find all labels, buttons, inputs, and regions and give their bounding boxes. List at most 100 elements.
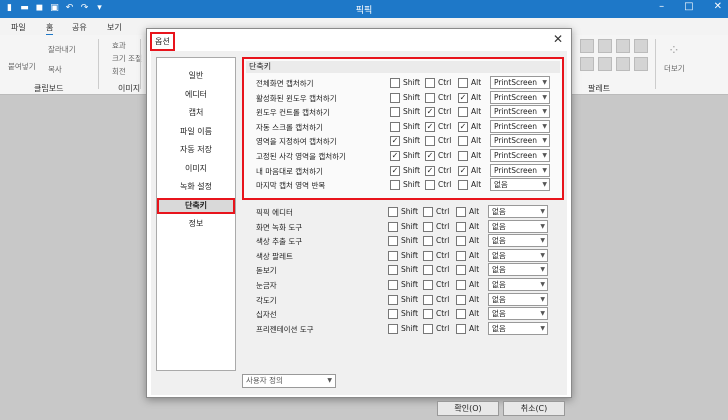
key-select[interactable]: PrintScreen ▼ — [490, 149, 550, 162]
palette-swatch[interactable] — [580, 39, 594, 53]
alt-checkbox[interactable] — [458, 136, 468, 147]
key-select[interactable]: PrintScreen ▼ — [490, 105, 550, 119]
alt-checkbox[interactable] — [456, 250, 466, 261]
ok-button[interactable]: 확인(O) — [437, 401, 499, 416]
key-select[interactable]: PrintScreen ▼ — [490, 76, 550, 89]
key-select[interactable]: PrintScreen ▼ — [490, 119, 550, 133]
key-select[interactable]: PrintScreen ▼ — [490, 163, 550, 177]
copy-button[interactable]: 복사 — [48, 64, 62, 75]
shift-checkbox[interactable] — [388, 265, 398, 276]
palette-swatch[interactable] — [580, 57, 594, 71]
alt-checkbox[interactable] — [456, 221, 466, 232]
ctrl-checkbox[interactable]: ✓ — [425, 121, 435, 132]
menu-home[interactable]: 홈 — [46, 22, 54, 36]
key-select[interactable]: 없음 ▼ — [488, 219, 548, 233]
key-select[interactable]: 없음 ▼ — [488, 205, 548, 218]
alt-checkbox[interactable] — [458, 151, 468, 161]
key-select[interactable]: 없음 ▼ — [488, 307, 548, 321]
cancel-button[interactable]: 취소(C) — [503, 401, 565, 416]
ctrl-checkbox[interactable] — [425, 180, 435, 191]
ctrl-checkbox[interactable] — [423, 323, 433, 334]
window-close-icon[interactable]: ✕ — [714, 1, 722, 12]
sidebar-item[interactable]: 정보 — [157, 216, 235, 232]
shift-checkbox[interactable] — [390, 78, 400, 88]
shift-checkbox[interactable] — [388, 221, 398, 232]
ctrl-checkbox[interactable] — [423, 221, 433, 232]
shift-checkbox[interactable] — [390, 121, 400, 132]
alt-checkbox[interactable]: ✓ — [458, 92, 468, 103]
effect-button[interactable]: 효과 — [112, 40, 126, 51]
alt-checkbox[interactable] — [456, 309, 466, 320]
rotate-button[interactable]: 회전 — [112, 66, 126, 77]
ctrl-checkbox[interactable]: ✓ — [425, 165, 435, 176]
key-select[interactable]: 없음 ▼ — [488, 292, 548, 306]
cut-button[interactable]: 잘라내기 — [48, 44, 76, 55]
shift-checkbox[interactable] — [388, 250, 398, 261]
shift-checkbox[interactable]: ✓ — [390, 136, 400, 147]
key-select[interactable]: 없음 ▼ — [490, 178, 550, 192]
palette-swatch[interactable] — [598, 39, 612, 53]
key-select[interactable]: 없음 ▼ — [488, 321, 548, 335]
menu-share[interactable]: 공유 — [72, 22, 87, 33]
preset-select[interactable]: 사용자 정의 ▼ — [242, 374, 336, 388]
shift-checkbox[interactable] — [388, 207, 398, 217]
more-button[interactable]: 더보기 — [664, 63, 685, 74]
key-select[interactable]: 없음 ▼ — [488, 234, 548, 248]
shift-checkbox[interactable] — [390, 107, 400, 118]
shift-checkbox[interactable] — [388, 309, 398, 320]
palette-swatch[interactable] — [634, 57, 648, 71]
sidebar-item[interactable]: 일반 — [157, 68, 235, 84]
shift-checkbox[interactable]: ✓ — [390, 151, 400, 161]
key-select[interactable]: 없음 ▼ — [488, 248, 548, 262]
sidebar-item[interactable]: 녹화 설정 — [157, 179, 235, 195]
alt-checkbox[interactable] — [456, 294, 466, 305]
sidebar-item[interactable]: 에디터 — [157, 87, 235, 103]
ctrl-checkbox[interactable]: ✓ — [425, 107, 435, 118]
palette-swatch[interactable] — [616, 57, 630, 71]
ctrl-checkbox[interactable] — [425, 92, 435, 103]
sidebar-item[interactable]: 단축키 — [157, 197, 235, 214]
alt-checkbox[interactable] — [456, 207, 466, 217]
key-select[interactable]: 없음 ▼ — [488, 278, 548, 291]
ctrl-checkbox[interactable] — [423, 309, 433, 320]
alt-checkbox[interactable] — [458, 78, 468, 88]
menu-file[interactable]: 파일 — [11, 22, 26, 33]
alt-checkbox[interactable] — [456, 323, 466, 334]
palette-more-icon[interactable]: ⁘ — [668, 43, 680, 59]
ctrl-checkbox[interactable] — [423, 207, 433, 217]
sidebar-item[interactable]: 이미지 — [157, 161, 235, 177]
paste-button[interactable]: 붙여넣기 — [8, 61, 36, 72]
alt-checkbox[interactable] — [456, 280, 466, 290]
alt-checkbox[interactable] — [458, 180, 468, 191]
resize-button[interactable]: 크기 조절 — [112, 53, 142, 64]
alt-checkbox[interactable] — [456, 236, 466, 247]
ctrl-checkbox[interactable] — [423, 294, 433, 305]
ctrl-checkbox[interactable] — [423, 265, 433, 276]
shift-checkbox[interactable] — [390, 180, 400, 191]
palette-swatch[interactable] — [598, 57, 612, 71]
maximize-icon[interactable]: □ — [684, 1, 693, 12]
ctrl-checkbox[interactable]: ✓ — [425, 151, 435, 161]
shift-checkbox[interactable] — [390, 92, 400, 103]
alt-checkbox[interactable] — [456, 265, 466, 276]
shift-checkbox[interactable] — [388, 236, 398, 247]
alt-checkbox[interactable]: ✓ — [458, 165, 468, 176]
close-icon[interactable]: ✕ — [553, 32, 563, 46]
shift-checkbox[interactable] — [388, 294, 398, 305]
palette-swatch[interactable] — [634, 39, 648, 53]
minimize-icon[interactable]: – — [659, 1, 664, 12]
alt-checkbox[interactable]: ✓ — [458, 121, 468, 132]
shift-checkbox[interactable] — [388, 280, 398, 290]
sidebar-item[interactable]: 자동 저장 — [157, 142, 235, 158]
ctrl-checkbox[interactable] — [423, 280, 433, 290]
shift-checkbox[interactable] — [388, 323, 398, 334]
ctrl-checkbox[interactable] — [423, 250, 433, 261]
shift-checkbox[interactable]: ✓ — [390, 165, 400, 176]
sidebar-item[interactable]: 캡처 — [157, 105, 235, 121]
sidebar-item[interactable]: 파일 이름 — [157, 124, 235, 140]
key-select[interactable]: 없음 ▼ — [488, 263, 548, 277]
palette-swatch[interactable] — [616, 39, 630, 53]
ctrl-checkbox[interactable] — [423, 236, 433, 247]
key-select[interactable]: PrintScreen ▼ — [490, 90, 550, 104]
ctrl-checkbox[interactable] — [425, 78, 435, 88]
